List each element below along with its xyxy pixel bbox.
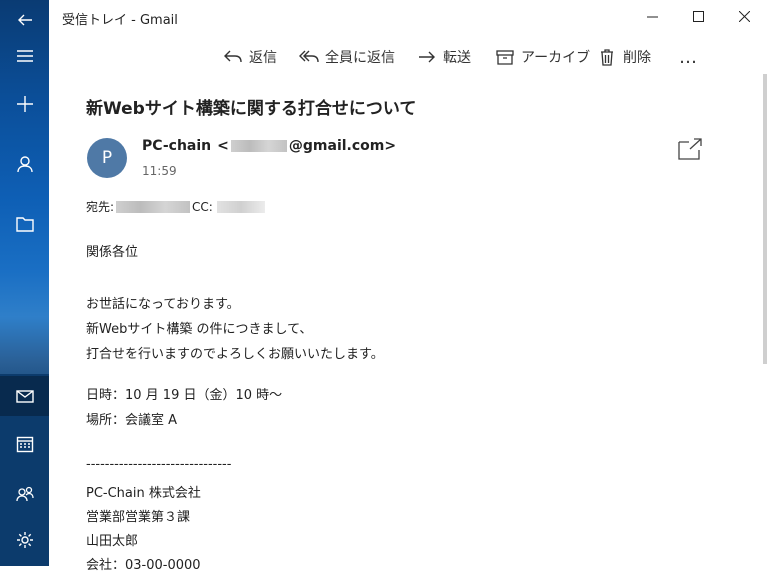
reply-button[interactable]: 返信 (223, 46, 277, 68)
message-toolbar: 返信 全員に返信 転送 アーカイブ 削除 … (49, 40, 767, 72)
archive-label: アーカイブ (521, 50, 591, 66)
minimize-button[interactable] (629, 0, 675, 33)
back-button[interactable] (0, 0, 49, 40)
reply-all-label: 全員に返信 (325, 50, 395, 66)
pop-out-icon[interactable] (676, 136, 704, 162)
trash-icon (601, 49, 613, 66)
avatar[interactable]: P (87, 138, 127, 178)
cc-label: CC: (192, 199, 213, 214)
reply-all-icon (299, 50, 319, 63)
body-date: 日時：10 月 19 日（金）10 時～ (86, 388, 283, 403)
forward-label: 転送 (443, 50, 471, 66)
delete-button[interactable]: 削除 (597, 46, 651, 68)
signature-name: 山田太郎 (86, 534, 139, 549)
body-line-2: 新Webサイト構築 の件につきまして、 (86, 322, 313, 337)
forward-arrow-icon (419, 51, 435, 63)
people-icon (15, 486, 34, 502)
sender[interactable]: PC-chain < @gmail.com> (142, 138, 396, 154)
sender-email-open: < (217, 138, 229, 154)
more-button[interactable]: … (679, 46, 698, 68)
close-icon (738, 11, 750, 22)
folder-icon (15, 217, 34, 232)
folders-button[interactable] (0, 204, 49, 244)
calendar-icon (16, 436, 33, 453)
left-rail (0, 0, 49, 566)
person-icon (16, 156, 33, 173)
body-greeting: 関係各位 (86, 245, 139, 260)
avatar-initial: P (101, 148, 113, 168)
back-arrow-icon (17, 14, 32, 26)
mail-icon (15, 390, 34, 403)
maximize-button[interactable] (675, 0, 721, 33)
signature-phone: 会社：03-00-0000 (86, 558, 201, 573)
close-button[interactable] (721, 0, 767, 33)
body-place: 場所：会議室 A (86, 413, 178, 428)
mail-button[interactable] (0, 376, 49, 416)
archive-button[interactable]: アーカイブ (495, 46, 590, 68)
redacted-cc (216, 200, 265, 213)
body-line-3: 打合せを行いますのでよろしくお願いいたします。 (86, 347, 384, 362)
reply-label: 返信 (249, 50, 277, 66)
delete-label: 削除 (623, 50, 651, 66)
message-subject: 新Webサイト構築に関する打合せについて (86, 99, 417, 119)
signature-separator: ------------------------------- (86, 457, 232, 472)
message-time: 11:59 (142, 164, 177, 178)
signature-department: 営業部営業第３課 (86, 510, 191, 525)
title-bar: 受信トレイ - Gmail (49, 0, 767, 33)
menu-button[interactable] (0, 36, 49, 76)
reply-icon (224, 50, 242, 63)
forward-button[interactable]: 転送 (417, 46, 471, 68)
redacted-email (230, 140, 287, 152)
calendar-button[interactable] (0, 424, 49, 464)
sender-email-domain: @gmail.com> (288, 138, 397, 154)
window-title: 受信トレイ - Gmail (62, 13, 178, 28)
body-line-1: お世話になっております。 (86, 297, 240, 312)
settings-button[interactable] (0, 520, 49, 560)
archive-icon (496, 50, 514, 65)
reply-all-button[interactable]: 全員に返信 (299, 46, 395, 68)
new-mail-button[interactable] (0, 84, 49, 124)
more-label: … (679, 46, 698, 68)
scrollbar[interactable] (763, 74, 767, 364)
recipients: 宛先: CC: (86, 198, 265, 215)
gear-icon (16, 532, 33, 548)
redacted-to (116, 200, 191, 213)
minimize-icon (646, 16, 658, 18)
plus-icon (16, 96, 33, 112)
signature-company: PC-Chain 株式会社 (86, 486, 201, 501)
maximize-icon (692, 11, 704, 22)
to-label: 宛先: (86, 200, 115, 214)
accounts-button[interactable] (0, 144, 49, 184)
hamburger-icon (16, 50, 33, 62)
people-button[interactable] (0, 474, 49, 514)
sender-name: PC-chain (142, 138, 212, 154)
